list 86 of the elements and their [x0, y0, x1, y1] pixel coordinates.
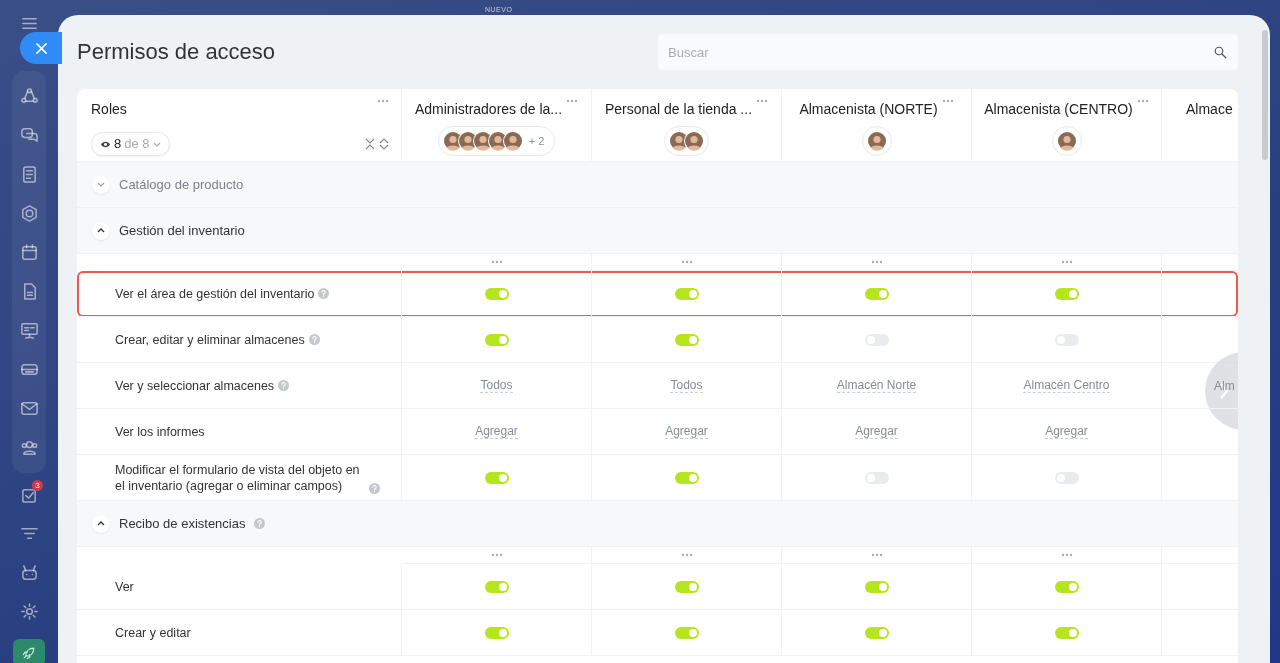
permission-label: Ver	[115, 578, 134, 595]
section-title: Gestión del inventario	[119, 221, 245, 240]
column-title: Almacenista (CENTRO)	[984, 100, 1133, 119]
value-link[interactable]: Agregar	[1045, 424, 1088, 439]
more-icon[interactable]	[941, 99, 954, 103]
toggle-switch[interactable]	[674, 626, 699, 639]
value-link[interactable]: Alm	[1214, 378, 1235, 393]
page-title: Permisos de acceso	[77, 38, 276, 66]
column-title: Administradores de la...	[414, 100, 563, 119]
more-icon[interactable]	[680, 553, 693, 557]
value-link[interactable]: Almacén Centro	[1023, 378, 1110, 393]
close-button[interactable]	[20, 32, 62, 64]
chevron-up-icon	[97, 228, 105, 233]
value-link[interactable]: Agregar	[855, 424, 898, 439]
more-icon[interactable]	[490, 260, 503, 264]
nodes-icon[interactable]	[19, 87, 39, 106]
permission-label: Ver los informes	[115, 423, 205, 440]
mail-icon[interactable]	[19, 399, 39, 418]
more-icon[interactable]	[870, 260, 883, 264]
more-icon[interactable]	[1060, 553, 1073, 557]
collapse-icon[interactable]	[365, 138, 375, 150]
count-badge: 3	[32, 480, 43, 491]
avatar	[866, 131, 887, 151]
expand-icon[interactable]	[379, 138, 389, 150]
role-filter[interactable]: 8 de 8	[91, 132, 170, 156]
value-link[interactable]: Todos	[670, 378, 703, 393]
toggle-switch[interactable]	[1054, 287, 1079, 300]
more-icon[interactable]	[490, 553, 503, 557]
value-link[interactable]: Agregar	[475, 424, 518, 439]
toggle-switch[interactable]	[674, 471, 699, 484]
value-link[interactable]: Almacén Norte	[836, 378, 917, 393]
toggle-switch[interactable]	[484, 333, 509, 346]
toggle-switch[interactable]	[1054, 626, 1079, 639]
column-title: Almacenista (NORTE)	[799, 100, 938, 119]
expand-button[interactable]	[92, 175, 110, 194]
toggle-switch[interactable]	[864, 626, 889, 639]
permission-label: Crear, editar y eliminar almacenes	[115, 331, 305, 348]
search-icon	[1213, 45, 1228, 60]
column-title: Almace	[1186, 100, 1233, 119]
toggle-switch[interactable]	[674, 580, 699, 593]
value-link[interactable]: Todos	[480, 378, 513, 393]
permission-label: Modificar el formulario de vista del objeto en el inventario (agregar o eliminar campos)	[115, 462, 361, 494]
more-icon[interactable]	[1136, 99, 1149, 103]
scrollbar-thumb[interactable]	[1262, 30, 1268, 160]
section-title: Recibo de existencias	[119, 514, 246, 533]
chat-icon[interactable]	[19, 126, 39, 145]
more-icon[interactable]	[870, 553, 883, 557]
more-icon[interactable]	[756, 99, 769, 103]
section-title: Catálogo de producto	[119, 175, 244, 194]
more-icon[interactable]	[1060, 260, 1073, 264]
toggle-switch[interactable]	[1054, 580, 1079, 593]
caret-icon	[152, 141, 161, 147]
chevron-down-icon	[97, 182, 105, 187]
presentation-icon[interactable]	[19, 321, 39, 340]
avatar	[684, 131, 704, 151]
avatar	[1056, 131, 1077, 151]
toggle-switch[interactable]	[864, 287, 889, 300]
permission-label: Ver y seleccionar almacenes	[115, 377, 275, 394]
more-icon[interactable]	[377, 99, 389, 103]
more-icon[interactable]	[680, 260, 693, 264]
search-field[interactable]: Buscar	[658, 34, 1238, 70]
value-link[interactable]: Agregar	[665, 424, 708, 439]
toggle-switch[interactable]	[484, 626, 509, 639]
calendar-icon[interactable]	[19, 243, 39, 262]
close-icon	[35, 42, 47, 54]
chevron-up-icon	[97, 521, 105, 526]
hexagon-icon[interactable]	[19, 204, 39, 223]
toggle-switch[interactable]	[484, 471, 509, 484]
toggle-switch[interactable]	[484, 580, 509, 593]
toggle-switch[interactable]	[674, 287, 699, 300]
collapse-button[interactable]	[92, 514, 110, 533]
eye-icon	[100, 139, 111, 149]
more-icon[interactable]	[566, 99, 579, 103]
permission-label: Crear y editar	[115, 624, 191, 641]
collapse-button[interactable]	[92, 221, 110, 240]
toggle-switch[interactable]	[484, 287, 509, 300]
column-title: Roles	[91, 100, 127, 119]
settings-icon[interactable]	[19, 602, 39, 621]
avatar	[502, 131, 523, 151]
robot-icon[interactable]	[19, 563, 39, 582]
toggle-switch[interactable]	[864, 580, 889, 593]
rocket-button[interactable]	[13, 639, 45, 663]
people-icon[interactable]	[19, 438, 39, 457]
column-title: Personal de la tienda ...	[604, 100, 753, 119]
permission-label: Ver el área de gestión del inventario	[115, 285, 315, 302]
toggle-switch[interactable]	[674, 333, 699, 346]
